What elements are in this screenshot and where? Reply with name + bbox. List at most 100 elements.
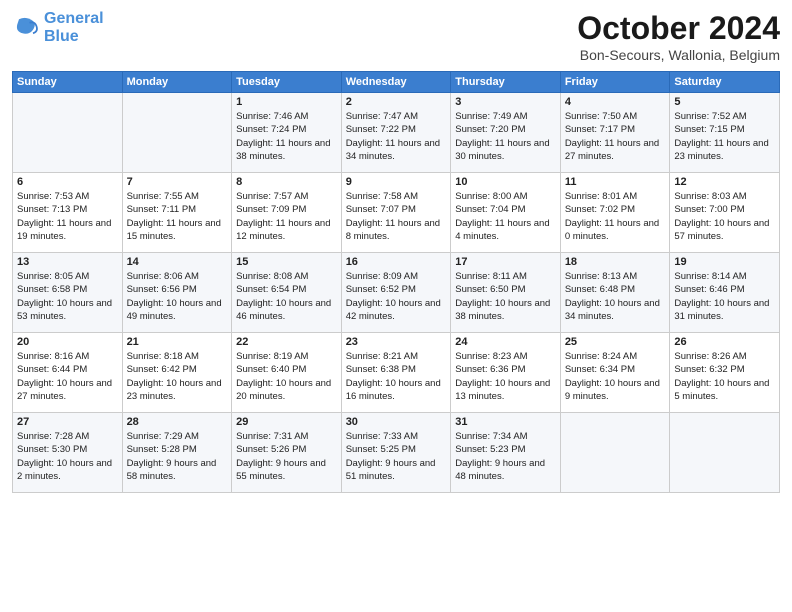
day-info: Sunrise: 7:49 AM Sunset: 7:20 PM Dayligh… (455, 110, 556, 163)
calendar-cell: 17 Sunrise: 8:11 AM Sunset: 6:50 PM Dayli… (451, 253, 561, 333)
logo-general: General (44, 10, 104, 27)
calendar-cell: 1 Sunrise: 7:46 AM Sunset: 7:24 PM Daylig… (232, 93, 342, 173)
logo-icon (12, 14, 40, 42)
calendar-cell: 4Sunrise: 7:50 AM Sunset: 7:17 PM Daylig… (560, 93, 670, 173)
calendar-cell: 26 Sunrise: 8:26 AM Sunset: 6:32 PM Dayli… (670, 333, 780, 413)
calendar-cell: 31 Sunrise: 7:34 AM Sunset: 5:23 PM Dayli… (451, 413, 561, 493)
weekday-header: Friday (560, 72, 670, 93)
calendar-cell: 7 Sunrise: 7:55 AM Sunset: 7:11 PM Daylig… (122, 173, 232, 253)
day-info: Sunrise: 7:52 AM Sunset: 7:15 PM Dayligh… (674, 110, 775, 163)
day-info: Sunrise: 8:00 AM Sunset: 7:04 PM Dayligh… (455, 190, 556, 243)
day-info: Sunrise: 8:21 AM Sunset: 6:38 PM Dayligh… (346, 350, 447, 403)
day-number: 22 (236, 336, 337, 348)
day-info: Sunrise: 8:03 AM Sunset: 7:00 PM Dayligh… (674, 190, 775, 243)
day-info: Sunrise: 8:01 AM Sunset: 7:02 PM Dayligh… (565, 190, 666, 243)
day-number: 13 (17, 256, 118, 268)
day-info: Sunrise: 8:14 AM Sunset: 6:46 PM Dayligh… (674, 270, 775, 323)
day-info: Sunrise: 7:55 AM Sunset: 7:11 PM Dayligh… (127, 190, 228, 243)
weekday-header: Wednesday (341, 72, 451, 93)
calendar-cell: 5 Sunrise: 7:52 AM Sunset: 7:15 PM Daylig… (670, 93, 780, 173)
day-number: 26 (674, 336, 775, 348)
day-number: 5 (674, 96, 775, 108)
calendar-cell: 15 Sunrise: 8:08 AM Sunset: 6:54 PM Dayli… (232, 253, 342, 333)
day-info: Sunrise: 7:57 AM Sunset: 7:09 PM Dayligh… (236, 190, 337, 243)
day-info: Sunrise: 8:23 AM Sunset: 6:36 PM Dayligh… (455, 350, 556, 403)
logo: General Blue (12, 10, 104, 45)
day-number: 20 (17, 336, 118, 348)
calendar-cell: 8 Sunrise: 7:57 AM Sunset: 7:09 PM Daylig… (232, 173, 342, 253)
weekday-header: Sunday (13, 72, 123, 93)
day-info: Sunrise: 8:24 AM Sunset: 6:34 PM Dayligh… (565, 350, 666, 403)
day-info: Sunrise: 7:29 AM Sunset: 5:28 PM Dayligh… (127, 430, 228, 483)
day-info: Sunrise: 7:58 AM Sunset: 7:07 PM Dayligh… (346, 190, 447, 243)
calendar-cell: 28 Sunrise: 7:29 AM Sunset: 5:28 PM Dayli… (122, 413, 232, 493)
day-number: 14 (127, 256, 228, 268)
weekday-header: Tuesday (232, 72, 342, 93)
calendar-cell: 14Sunrise: 8:06 AM Sunset: 6:56 PM Dayli… (122, 253, 232, 333)
day-info: Sunrise: 7:53 AM Sunset: 7:13 PM Dayligh… (17, 190, 118, 243)
day-info: Sunrise: 8:19 AM Sunset: 6:40 PM Dayligh… (236, 350, 337, 403)
calendar-cell: 16 Sunrise: 8:09 AM Sunset: 6:52 PM Dayli… (341, 253, 451, 333)
day-number: 27 (17, 416, 118, 428)
main-title: October 2024 (577, 10, 780, 47)
day-number: 1 (236, 96, 337, 108)
calendar-body: 1 Sunrise: 7:46 AM Sunset: 7:24 PM Daylig… (13, 93, 780, 493)
day-number: 12 (674, 176, 775, 188)
day-number: 21 (127, 336, 228, 348)
day-info: Sunrise: 8:09 AM Sunset: 6:52 PM Dayligh… (346, 270, 447, 323)
title-block: October 2024 Bon-Secours, Wallonia, Belg… (577, 10, 780, 63)
day-number: 15 (236, 256, 337, 268)
calendar-cell: 20 Sunrise: 8:16 AM Sunset: 6:44 PM Dayli… (13, 333, 123, 413)
calendar-week-row: 6 Sunrise: 7:53 AM Sunset: 7:13 PM Daylig… (13, 173, 780, 253)
day-number: 16 (346, 256, 447, 268)
day-info: Sunrise: 8:16 AM Sunset: 6:44 PM Dayligh… (17, 350, 118, 403)
calendar-cell (122, 93, 232, 173)
calendar-cell (670, 413, 780, 493)
day-info: Sunrise: 8:26 AM Sunset: 6:32 PM Dayligh… (674, 350, 775, 403)
day-number: 2 (346, 96, 447, 108)
calendar-cell: 13Sunrise: 8:05 AM Sunset: 6:58 PM Dayli… (13, 253, 123, 333)
day-info: Sunrise: 7:28 AM Sunset: 5:30 PM Dayligh… (17, 430, 118, 483)
calendar-cell: 21Sunrise: 8:18 AM Sunset: 6:42 PM Dayli… (122, 333, 232, 413)
calendar-cell: 24 Sunrise: 8:23 AM Sunset: 6:36 PM Dayli… (451, 333, 561, 413)
day-info: Sunrise: 7:46 AM Sunset: 7:24 PM Dayligh… (236, 110, 337, 163)
weekday-header: Saturday (670, 72, 780, 93)
day-info: Sunrise: 8:11 AM Sunset: 6:50 PM Dayligh… (455, 270, 556, 323)
day-number: 10 (455, 176, 556, 188)
logo-blue: Blue (44, 28, 79, 45)
day-info: Sunrise: 7:50 AM Sunset: 7:17 PM Dayligh… (565, 110, 666, 163)
day-info: Sunrise: 8:08 AM Sunset: 6:54 PM Dayligh… (236, 270, 337, 323)
day-info: Sunrise: 8:13 AM Sunset: 6:48 PM Dayligh… (565, 270, 666, 323)
day-number: 25 (565, 336, 666, 348)
logo-text: General Blue (44, 10, 104, 45)
calendar-week-row: 20 Sunrise: 8:16 AM Sunset: 6:44 PM Dayli… (13, 333, 780, 413)
calendar-cell (560, 413, 670, 493)
day-number: 23 (346, 336, 447, 348)
day-number: 29 (236, 416, 337, 428)
calendar-cell: 25 Sunrise: 8:24 AM Sunset: 6:34 PM Dayli… (560, 333, 670, 413)
calendar-cell: 12 Sunrise: 8:03 AM Sunset: 7:00 PM Dayli… (670, 173, 780, 253)
day-number: 24 (455, 336, 556, 348)
day-number: 6 (17, 176, 118, 188)
day-number: 9 (346, 176, 447, 188)
day-info: Sunrise: 7:33 AM Sunset: 5:25 PM Dayligh… (346, 430, 447, 483)
day-number: 3 (455, 96, 556, 108)
day-number: 8 (236, 176, 337, 188)
day-number: 31 (455, 416, 556, 428)
calendar-header: SundayMondayTuesdayWednesdayThursdayFrid… (13, 72, 780, 93)
day-number: 17 (455, 256, 556, 268)
calendar-cell (13, 93, 123, 173)
page-container: General Blue October 2024 Bon-Secours, W… (0, 0, 792, 503)
calendar-cell: 9 Sunrise: 7:58 AM Sunset: 7:07 PM Daylig… (341, 173, 451, 253)
day-number: 30 (346, 416, 447, 428)
calendar-cell: 6 Sunrise: 7:53 AM Sunset: 7:13 PM Daylig… (13, 173, 123, 253)
day-info: Sunrise: 7:34 AM Sunset: 5:23 PM Dayligh… (455, 430, 556, 483)
calendar-cell: 30 Sunrise: 7:33 AM Sunset: 5:25 PM Dayli… (341, 413, 451, 493)
day-number: 28 (127, 416, 228, 428)
day-number: 7 (127, 176, 228, 188)
calendar-cell: 27 Sunrise: 7:28 AM Sunset: 5:30 PM Dayli… (13, 413, 123, 493)
day-number: 11 (565, 176, 666, 188)
calendar-cell: 19Sunrise: 8:14 AM Sunset: 6:46 PM Dayli… (670, 253, 780, 333)
calendar-week-row: 27 Sunrise: 7:28 AM Sunset: 5:30 PM Dayli… (13, 413, 780, 493)
subtitle: Bon-Secours, Wallonia, Belgium (577, 47, 780, 63)
